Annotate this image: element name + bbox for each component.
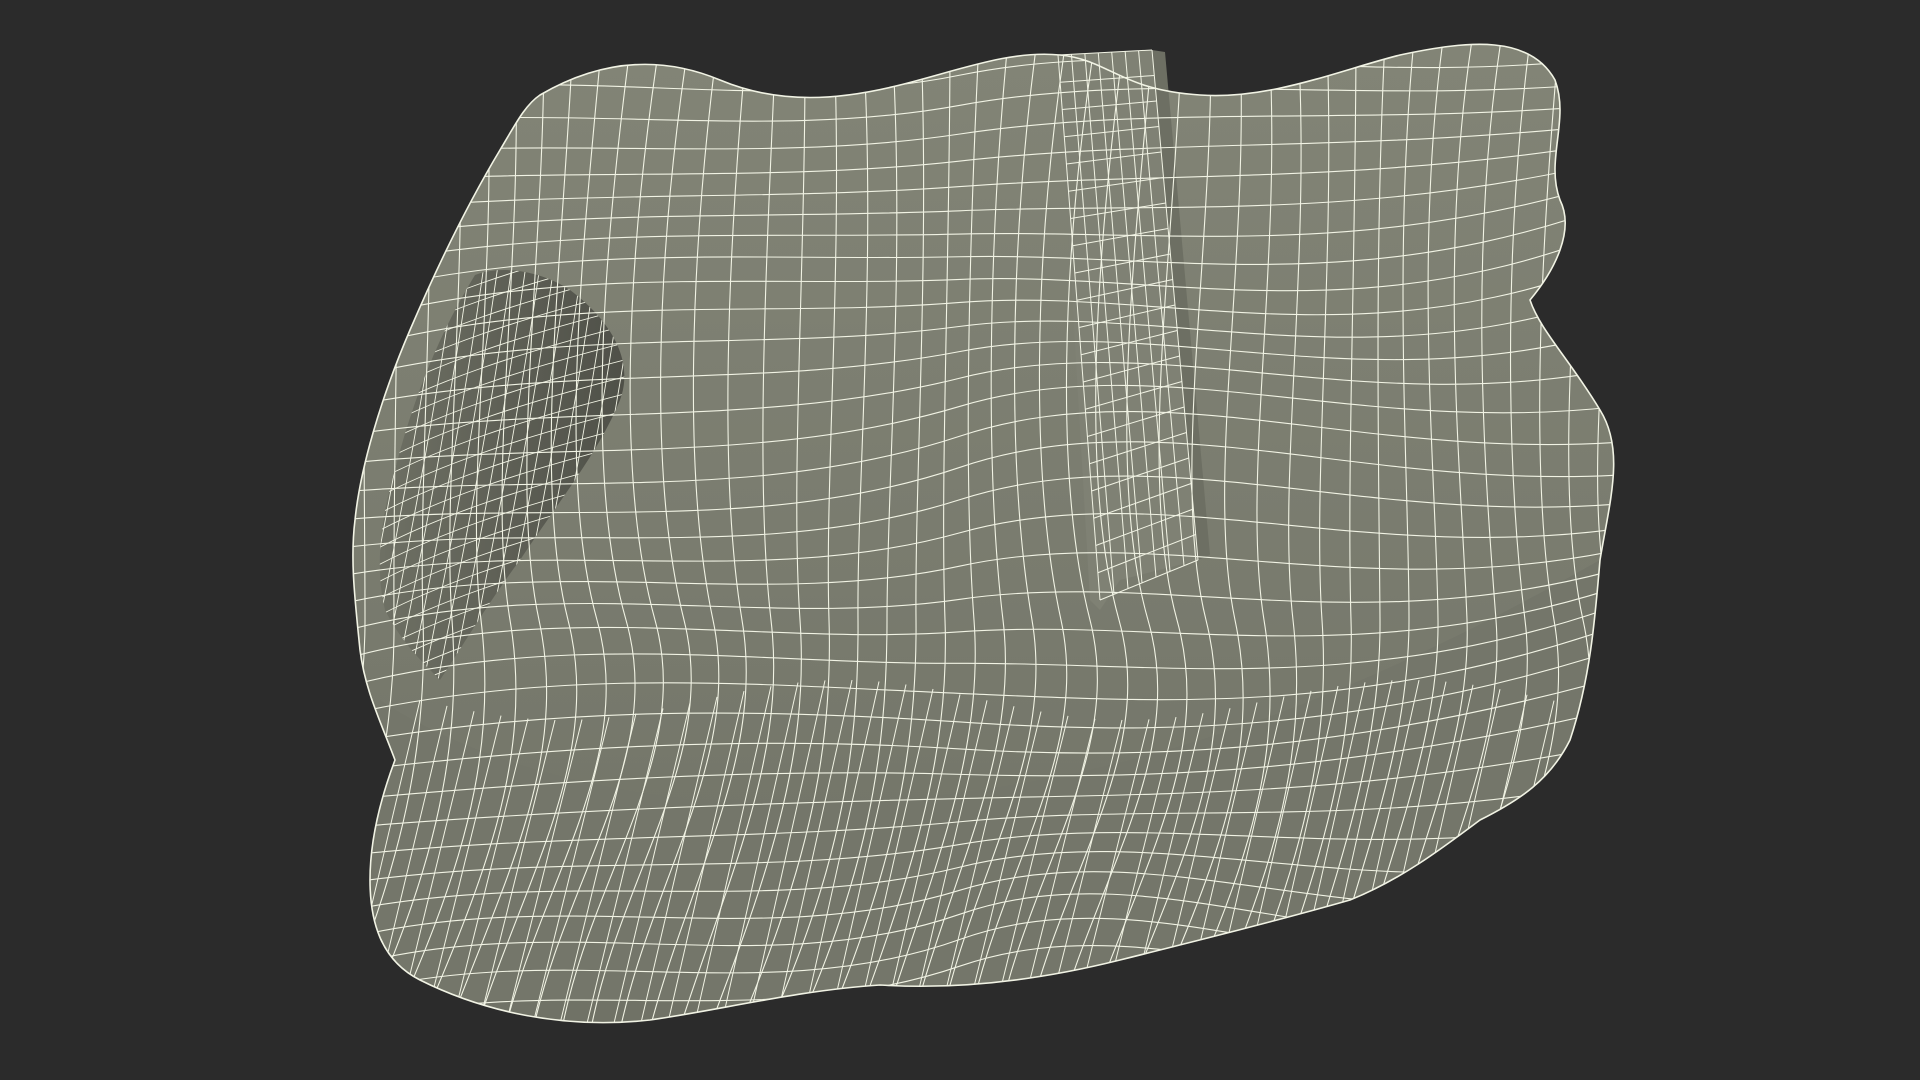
wireframe-mesh-render <box>352 43 1615 1024</box>
mesh-edge <box>1554 715 1614 1023</box>
render-viewport <box>0 0 1920 1080</box>
